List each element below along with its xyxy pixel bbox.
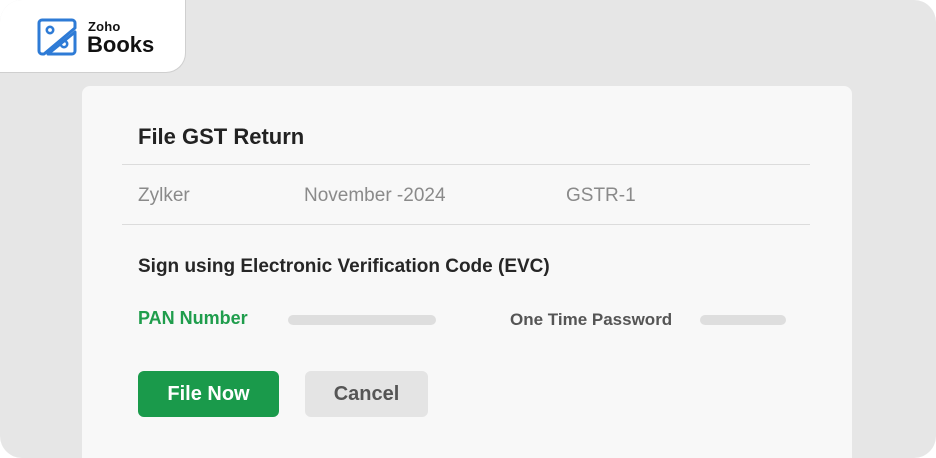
return-period: November -2024 [304,185,446,206]
file-gst-return-dialog: File GST Return Zylker November -2024 GS… [82,86,852,458]
app-frame: Zoho Books File GST Return Zylker Novemb… [0,0,936,458]
cancel-button[interactable]: Cancel [305,371,428,417]
organization-name: Zylker [138,185,190,206]
pan-number-label: PAN Number [138,308,248,328]
brand-books: Books [87,32,155,57]
file-now-button[interactable]: File Now [138,371,279,417]
evc-section-heading: Sign using Electronic Verification Code … [138,256,550,277]
return-type: GSTR-1 [566,185,636,206]
title-divider [122,164,810,165]
pan-number-field[interactable] [288,315,436,325]
meta-divider [122,224,810,225]
otp-field[interactable] [700,315,786,325]
zoho-books-logo-icon [37,18,77,56]
otp-label: One Time Password [510,310,673,329]
dialog-title: File GST Return [138,124,305,149]
brand-tab: Zoho Books [0,0,186,73]
